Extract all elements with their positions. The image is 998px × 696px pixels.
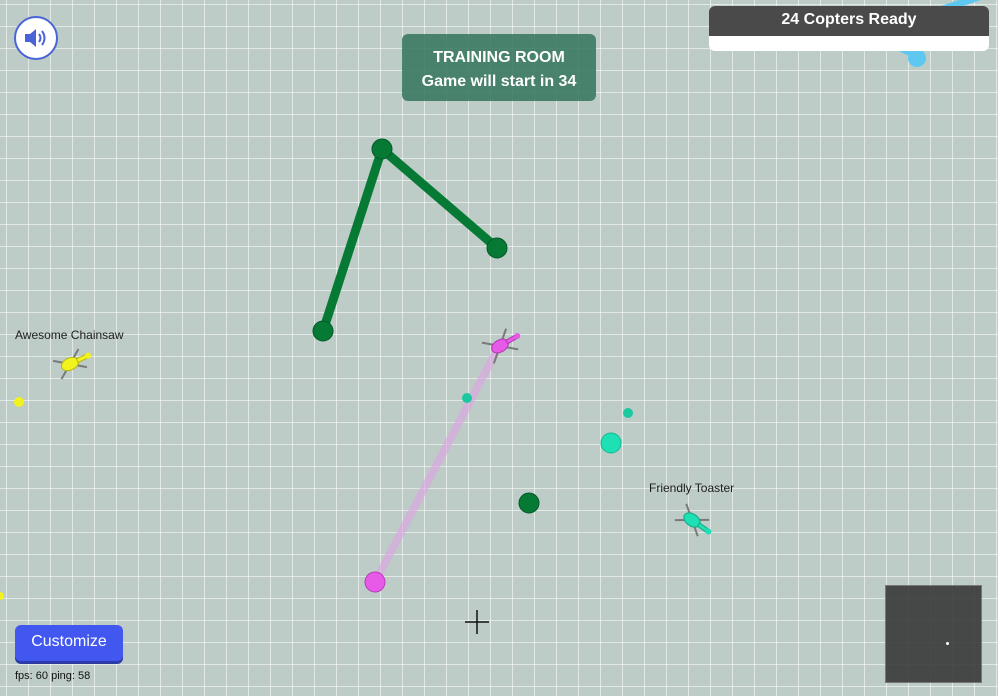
teal-orb-small-2 [623,408,633,418]
enemy-helicopter-teal [674,503,712,537]
enemy-helicopter-yellow [52,348,92,380]
player-rope [371,344,502,586]
customize-button[interactable]: Customize [15,625,123,661]
training-room-title: TRAINING ROOM [433,49,565,66]
speaker-icon [25,29,46,47]
copters-ready-panel: 24 Copters Ready [709,6,989,51]
green-orb [518,492,540,514]
crosshair-icon [465,610,489,634]
sound-toggle-button[interactable] [14,16,58,60]
training-room-banner: TRAINING ROOM Game will start in 34 [402,34,596,101]
minimap-player-dot [946,642,949,645]
countdown-text: Game will start in 34 [421,73,577,90]
green-obstacle-chain [312,138,508,342]
player-helicopter [481,328,521,364]
game-world [0,0,982,634]
player-anchor-orb [364,571,386,593]
player-name-yellow: Awesome Chainsaw [15,328,124,342]
teal-orb-small [462,393,472,403]
player-name-teal: Friendly Toaster [649,481,735,495]
minimap [885,585,982,683]
yellow-orb [14,397,24,407]
teal-orb-large [600,432,622,454]
yellow-orb-edge [0,592,4,600]
game-canvas[interactable]: TRAINING ROOM Game will start in 34 24 C… [0,0,998,696]
fps-ping-stats: fps: 60 ping: 58 [15,670,91,682]
copters-ready-label: 24 Copters Ready [709,6,989,36]
